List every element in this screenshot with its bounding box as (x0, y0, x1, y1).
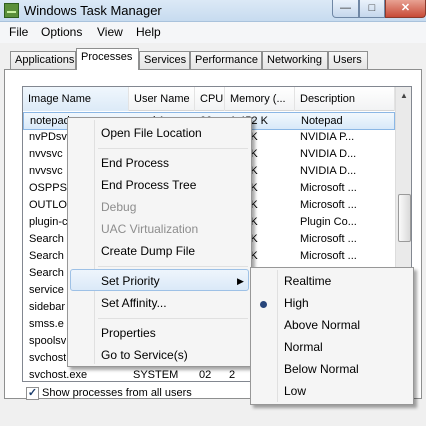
show-all-checkbox[interactable]: ✓ (26, 387, 39, 400)
column-description[interactable]: Description (295, 87, 395, 111)
task-manager-icon (4, 3, 19, 18)
cell-user: SYSTEM (133, 369, 179, 381)
cell-cpu: 02 (199, 369, 212, 381)
show-all-label: Show processes from all users (42, 387, 192, 399)
cell-name: Search (29, 250, 64, 262)
tab-services[interactable]: Services (139, 51, 190, 70)
menu-options[interactable]: Options (41, 25, 82, 39)
menu-file[interactable]: File (9, 25, 28, 39)
tab-processes[interactable]: Processes (76, 48, 139, 70)
minimize-button[interactable]: — (332, 0, 359, 18)
cell-name: Search (29, 267, 64, 279)
menu-help[interactable]: Help (136, 25, 161, 39)
tab-performance[interactable]: Performance (190, 51, 262, 70)
cell-name: svchost (29, 352, 67, 364)
priority-submenu: Realtime High Above Normal Normal Below … (250, 267, 414, 405)
cell-name: sidebar (29, 301, 66, 313)
title-bar: Windows Task Manager — □ ✕ (0, 0, 426, 22)
cell-desc: Microsoft ... (300, 182, 357, 194)
cell-desc: Microsoft ... (300, 250, 357, 262)
cell-name: OSPPS (29, 182, 67, 194)
cell-name: spoolsv (29, 335, 67, 347)
menu-end-process[interactable]: End Process (101, 156, 169, 170)
tab-applications[interactable]: Applications (10, 51, 76, 70)
cell-name: OUTLO (29, 199, 67, 211)
cell-desc: Notepad (301, 115, 343, 127)
priority-above-normal[interactable]: Above Normal (284, 318, 360, 332)
scroll-up-icon[interactable]: ▲ (396, 87, 411, 104)
menu-properties[interactable]: Properties (101, 326, 156, 340)
cell-desc: Microsoft ... (300, 233, 357, 245)
menu-set-affinity[interactable]: Set Affinity... (101, 296, 167, 310)
tab-users[interactable]: Users (328, 51, 368, 70)
menu-end-process-tree[interactable]: End Process Tree (101, 178, 196, 192)
selected-radio-icon (260, 301, 267, 308)
column-image-name[interactable]: Image Name (23, 87, 129, 111)
cell-name: nvPDsv (29, 131, 67, 143)
context-menu: Open File Location End Process End Proce… (67, 117, 252, 367)
menu-view[interactable]: View (97, 25, 123, 39)
cell-desc: Microsoft ... (300, 199, 357, 211)
cell-name: nvvsvc (29, 148, 63, 160)
menu-uac-virtualization: UAC Virtualization (101, 222, 199, 236)
column-user-name[interactable]: User Name (129, 87, 195, 111)
close-button[interactable]: ✕ (385, 0, 426, 18)
priority-low[interactable]: Low (284, 384, 306, 398)
cell-name: service (29, 284, 64, 296)
cell-desc: NVIDIA D... (300, 148, 357, 160)
priority-high[interactable]: High (284, 296, 309, 310)
menu-gutter (94, 120, 95, 364)
task-manager-window: Windows Task Manager — □ ✕ File Options … (0, 0, 426, 426)
tab-networking[interactable]: Networking (262, 51, 328, 70)
menu-bar: File Options View Help (0, 22, 426, 43)
priority-realtime[interactable]: Realtime (284, 274, 331, 288)
menu-create-dump-file[interactable]: Create Dump File (101, 244, 195, 258)
menu-go-to-services[interactable]: Go to Service(s) (101, 348, 188, 362)
submenu-arrow-icon: ▶ (237, 276, 244, 286)
cell-name: svchost.exe (29, 369, 88, 381)
cell-desc: Plugin Co... (300, 216, 357, 228)
priority-normal[interactable]: Normal (284, 340, 323, 354)
column-memory[interactable]: Memory (... (225, 87, 295, 111)
menu-separator (98, 266, 248, 267)
menu-separator (98, 148, 248, 149)
cell-name: nvvsvc (29, 165, 63, 177)
menu-separator (98, 318, 248, 319)
maximize-button[interactable]: □ (359, 0, 385, 18)
column-header: Image Name User Name CPU Memory (... Des… (23, 87, 395, 111)
tab-strip: Applications Processes Services Performa… (0, 48, 426, 70)
priority-below-normal[interactable]: Below Normal (284, 362, 359, 376)
cell-desc: NVIDIA D... (300, 165, 357, 177)
cell-name: Search (29, 233, 64, 245)
cell-name: smss.e (29, 318, 64, 330)
menu-open-file-location[interactable]: Open File Location (101, 126, 202, 140)
menu-set-priority[interactable]: Set Priority (101, 274, 160, 288)
submenu-gutter (277, 270, 278, 402)
cell-name: plugin-c (29, 216, 68, 228)
window-title: Windows Task Manager (24, 3, 162, 18)
column-cpu[interactable]: CPU (195, 87, 225, 111)
cell-desc: NVIDIA P... (300, 131, 355, 143)
scroll-thumb[interactable] (398, 194, 411, 242)
menu-debug: Debug (101, 200, 137, 214)
cell-mem: 2 (229, 369, 236, 381)
